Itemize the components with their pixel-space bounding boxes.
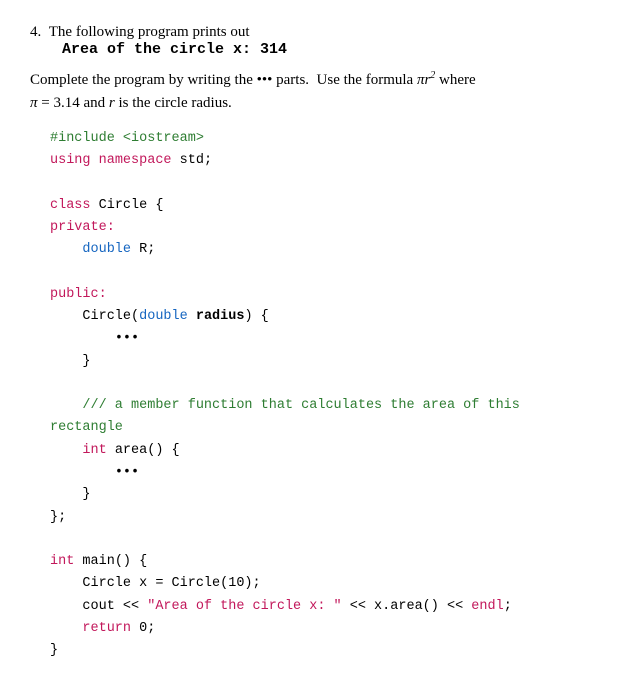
desc-where: where bbox=[435, 72, 475, 88]
code-line-13: /// a member function that calculates th… bbox=[50, 395, 591, 417]
code-line-17: }; bbox=[50, 507, 591, 529]
dots-symbol: ••• bbox=[257, 72, 273, 88]
code-line-14: int area() { bbox=[50, 440, 591, 462]
code-block: #include <iostream> using namespace std;… bbox=[50, 128, 591, 662]
desc-before: Complete the program by writing the bbox=[30, 72, 257, 88]
code-line-23: } bbox=[50, 640, 591, 662]
code-line-10: ••• bbox=[50, 328, 591, 350]
code-line-21: cout << "Area of the circle x: " << x.ar… bbox=[50, 596, 591, 618]
code-line-22: return 0; bbox=[50, 618, 591, 640]
question-number-label: 4. The following program prints out bbox=[30, 24, 250, 40]
code-line-2: using namespace std; bbox=[50, 150, 591, 172]
question-header: 4. The following program prints out Area… bbox=[30, 24, 591, 58]
code-line-8: public: bbox=[50, 284, 591, 306]
code-line-15: ••• bbox=[50, 462, 591, 484]
code-blank-3 bbox=[50, 373, 591, 395]
code-line-5: private: bbox=[50, 217, 591, 239]
code-line-19: int main() { bbox=[50, 551, 591, 573]
code-blank-2 bbox=[50, 262, 591, 284]
description-paragraph: Complete the program by writing the ••• … bbox=[30, 68, 591, 114]
code-blank-4 bbox=[50, 529, 591, 551]
formula-display: πr2 bbox=[417, 72, 435, 88]
code-line-11: } bbox=[50, 351, 591, 373]
code-line-1: #include <iostream> bbox=[50, 128, 591, 150]
code-blank-1 bbox=[50, 173, 591, 195]
code-line-13b: rectangle bbox=[50, 417, 591, 439]
program-output: Area of the circle x: 314 bbox=[62, 41, 287, 58]
code-line-6: double R; bbox=[50, 239, 591, 261]
code-line-16: } bbox=[50, 484, 591, 506]
desc-middle: parts. Use the formula bbox=[272, 72, 417, 88]
code-line-20: Circle x = Circle(10); bbox=[50, 573, 591, 595]
code-line-4: class Circle { bbox=[50, 195, 591, 217]
code-line-9: Circle(double radius) { bbox=[50, 306, 591, 328]
question-container: 4. The following program prints out Area… bbox=[30, 24, 591, 662]
formula-values: π = 3.14 and r is the circle radius. bbox=[30, 95, 232, 111]
